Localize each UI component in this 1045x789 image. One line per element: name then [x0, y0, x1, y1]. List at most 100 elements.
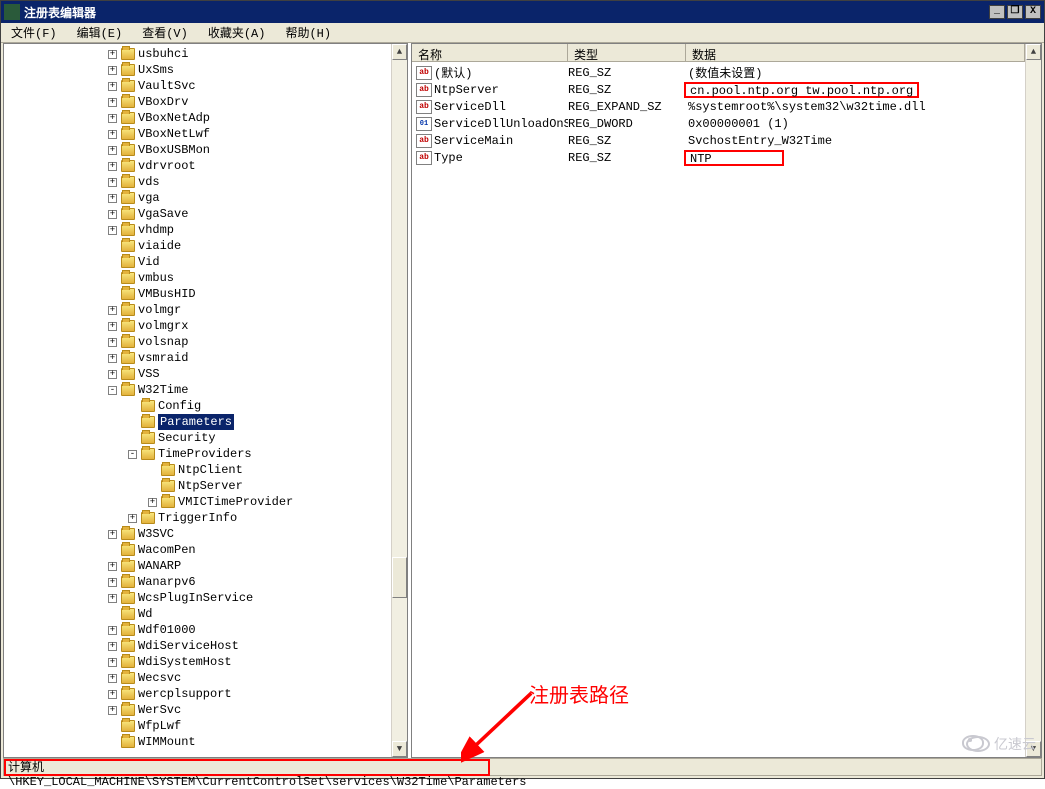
- list-header[interactable]: 名称 类型 数据: [412, 44, 1025, 62]
- tree-item[interactable]: +volsnap: [8, 334, 391, 350]
- tree-item[interactable]: +WerSvc: [8, 702, 391, 718]
- expand-icon[interactable]: +: [108, 162, 117, 171]
- col-header-data[interactable]: 数据: [686, 44, 1025, 61]
- scroll-up-icon[interactable]: ▲: [392, 44, 407, 60]
- tree-item[interactable]: vmbus: [8, 270, 391, 286]
- tree-item[interactable]: +VBoxUSBMon: [8, 142, 391, 158]
- tree-item[interactable]: +WcsPlugInService: [8, 590, 391, 606]
- tree-item[interactable]: Vid: [8, 254, 391, 270]
- tree-item[interactable]: +WANARP: [8, 558, 391, 574]
- expand-icon[interactable]: +: [108, 530, 117, 539]
- registry-value-row[interactable]: 01ServiceDllUnloadOnStopREG_DWORD0x00000…: [412, 115, 1025, 132]
- tree-item[interactable]: +W3SVC: [8, 526, 391, 542]
- expand-icon[interactable]: +: [108, 578, 117, 587]
- registry-value-row[interactable]: abServiceMainREG_SZSvchostEntry_W32Time: [412, 132, 1025, 149]
- tree-item[interactable]: +Wdf01000: [8, 622, 391, 638]
- col-header-name[interactable]: 名称: [412, 44, 568, 61]
- registry-value-row[interactable]: abNtpServerREG_SZcn.pool.ntp.org tw.pool…: [412, 81, 1025, 98]
- titlebar[interactable]: 注册表编辑器 _ ❐ X: [1, 1, 1044, 23]
- tree-item[interactable]: +vdrvroot: [8, 158, 391, 174]
- list-scrollbar[interactable]: ▲ ▼: [1025, 44, 1041, 757]
- expand-icon[interactable]: +: [108, 114, 117, 123]
- tree-item[interactable]: +VgaSave: [8, 206, 391, 222]
- tree-item[interactable]: +UxSms: [8, 62, 391, 78]
- expand-icon[interactable]: +: [108, 370, 117, 379]
- expand-icon[interactable]: +: [108, 50, 117, 59]
- expand-icon[interactable]: +: [108, 594, 117, 603]
- tree-item[interactable]: +VaultSvc: [8, 78, 391, 94]
- expand-icon[interactable]: +: [108, 690, 117, 699]
- expand-icon[interactable]: +: [148, 498, 157, 507]
- close-button[interactable]: X: [1025, 5, 1041, 19]
- collapse-icon[interactable]: -: [128, 450, 137, 459]
- tree-item[interactable]: Wd: [8, 606, 391, 622]
- registry-value-row[interactable]: ab(默认)REG_SZ(数值未设置): [412, 64, 1025, 81]
- tree-item[interactable]: +volmgr: [8, 302, 391, 318]
- registry-tree[interactable]: +usbuhci+UxSms+VaultSvc+VBoxDrv+VBoxNetA…: [4, 44, 391, 752]
- menu-view[interactable]: 查看(V): [136, 22, 194, 43]
- expand-icon[interactable]: +: [108, 226, 117, 235]
- expand-icon[interactable]: +: [108, 210, 117, 219]
- expand-icon[interactable]: +: [108, 562, 117, 571]
- scroll-up-icon[interactable]: ▲: [1026, 44, 1041, 60]
- minimize-button[interactable]: _: [989, 5, 1005, 19]
- expand-icon[interactable]: +: [108, 354, 117, 363]
- tree-scrollbar[interactable]: ▲ ▼: [391, 44, 407, 757]
- expand-icon[interactable]: +: [108, 146, 117, 155]
- tree-item[interactable]: +WdiServiceHost: [8, 638, 391, 654]
- tree-item[interactable]: +VSS: [8, 366, 391, 382]
- tree-item[interactable]: +volmgrx: [8, 318, 391, 334]
- expand-icon[interactable]: +: [128, 514, 137, 523]
- tree-item[interactable]: +vsmraid: [8, 350, 391, 366]
- menu-edit[interactable]: 编辑(E): [71, 22, 129, 43]
- tree-item[interactable]: +WdiSystemHost: [8, 654, 391, 670]
- menu-help[interactable]: 帮助(H): [279, 22, 337, 43]
- expand-icon[interactable]: +: [108, 626, 117, 635]
- tree-item[interactable]: +vhdmp: [8, 222, 391, 238]
- tree-item[interactable]: NtpServer: [8, 478, 391, 494]
- tree-item[interactable]: Parameters: [8, 414, 391, 430]
- tree-item[interactable]: +vds: [8, 174, 391, 190]
- tree-item[interactable]: VMBusHID: [8, 286, 391, 302]
- expand-icon[interactable]: +: [108, 674, 117, 683]
- expand-icon[interactable]: +: [108, 642, 117, 651]
- expand-icon[interactable]: +: [108, 130, 117, 139]
- expand-icon[interactable]: +: [108, 194, 117, 203]
- tree-item[interactable]: Security: [8, 430, 391, 446]
- tree-item[interactable]: +VBoxNetAdp: [8, 110, 391, 126]
- tree-item[interactable]: viaide: [8, 238, 391, 254]
- collapse-icon[interactable]: -: [108, 386, 117, 395]
- col-header-type[interactable]: 类型: [568, 44, 686, 61]
- maximize-button[interactable]: ❐: [1007, 5, 1023, 19]
- tree-item[interactable]: +VBoxDrv: [8, 94, 391, 110]
- tree-item[interactable]: -TimeProviders: [8, 446, 391, 462]
- tree-item[interactable]: -W32Time: [8, 382, 391, 398]
- expand-icon[interactable]: +: [108, 306, 117, 315]
- expand-icon[interactable]: +: [108, 322, 117, 331]
- menu-favorites[interactable]: 收藏夹(A): [202, 22, 272, 43]
- tree-item[interactable]: +Wanarpv6: [8, 574, 391, 590]
- menu-file[interactable]: 文件(F): [5, 22, 63, 43]
- expand-icon[interactable]: +: [108, 338, 117, 347]
- expand-icon[interactable]: +: [108, 82, 117, 91]
- tree-item[interactable]: WfpLwf: [8, 718, 391, 734]
- expand-icon[interactable]: +: [108, 658, 117, 667]
- expand-icon[interactable]: +: [108, 706, 117, 715]
- tree-item[interactable]: +vga: [8, 190, 391, 206]
- tree-item[interactable]: WacomPen: [8, 542, 391, 558]
- expand-icon[interactable]: +: [108, 98, 117, 107]
- registry-value-row[interactable]: abTypeREG_SZNTP: [412, 149, 1025, 166]
- expand-icon[interactable]: +: [108, 66, 117, 75]
- tree-item[interactable]: NtpClient: [8, 462, 391, 478]
- tree-item[interactable]: Config: [8, 398, 391, 414]
- tree-item[interactable]: +usbuhci: [8, 46, 391, 62]
- registry-value-row[interactable]: abServiceDllREG_EXPAND_SZ%systemroot%\sy…: [412, 98, 1025, 115]
- tree-item[interactable]: +VMICTimeProvider: [8, 494, 391, 510]
- tree-item[interactable]: WIMMount: [8, 734, 391, 750]
- tree-item[interactable]: +TriggerInfo: [8, 510, 391, 526]
- tree-item[interactable]: +Wecsvc: [8, 670, 391, 686]
- expand-icon[interactable]: +: [108, 178, 117, 187]
- scroll-down-icon[interactable]: ▼: [392, 741, 407, 757]
- tree-item[interactable]: +VBoxNetLwf: [8, 126, 391, 142]
- tree-item[interactable]: +wercplsupport: [8, 686, 391, 702]
